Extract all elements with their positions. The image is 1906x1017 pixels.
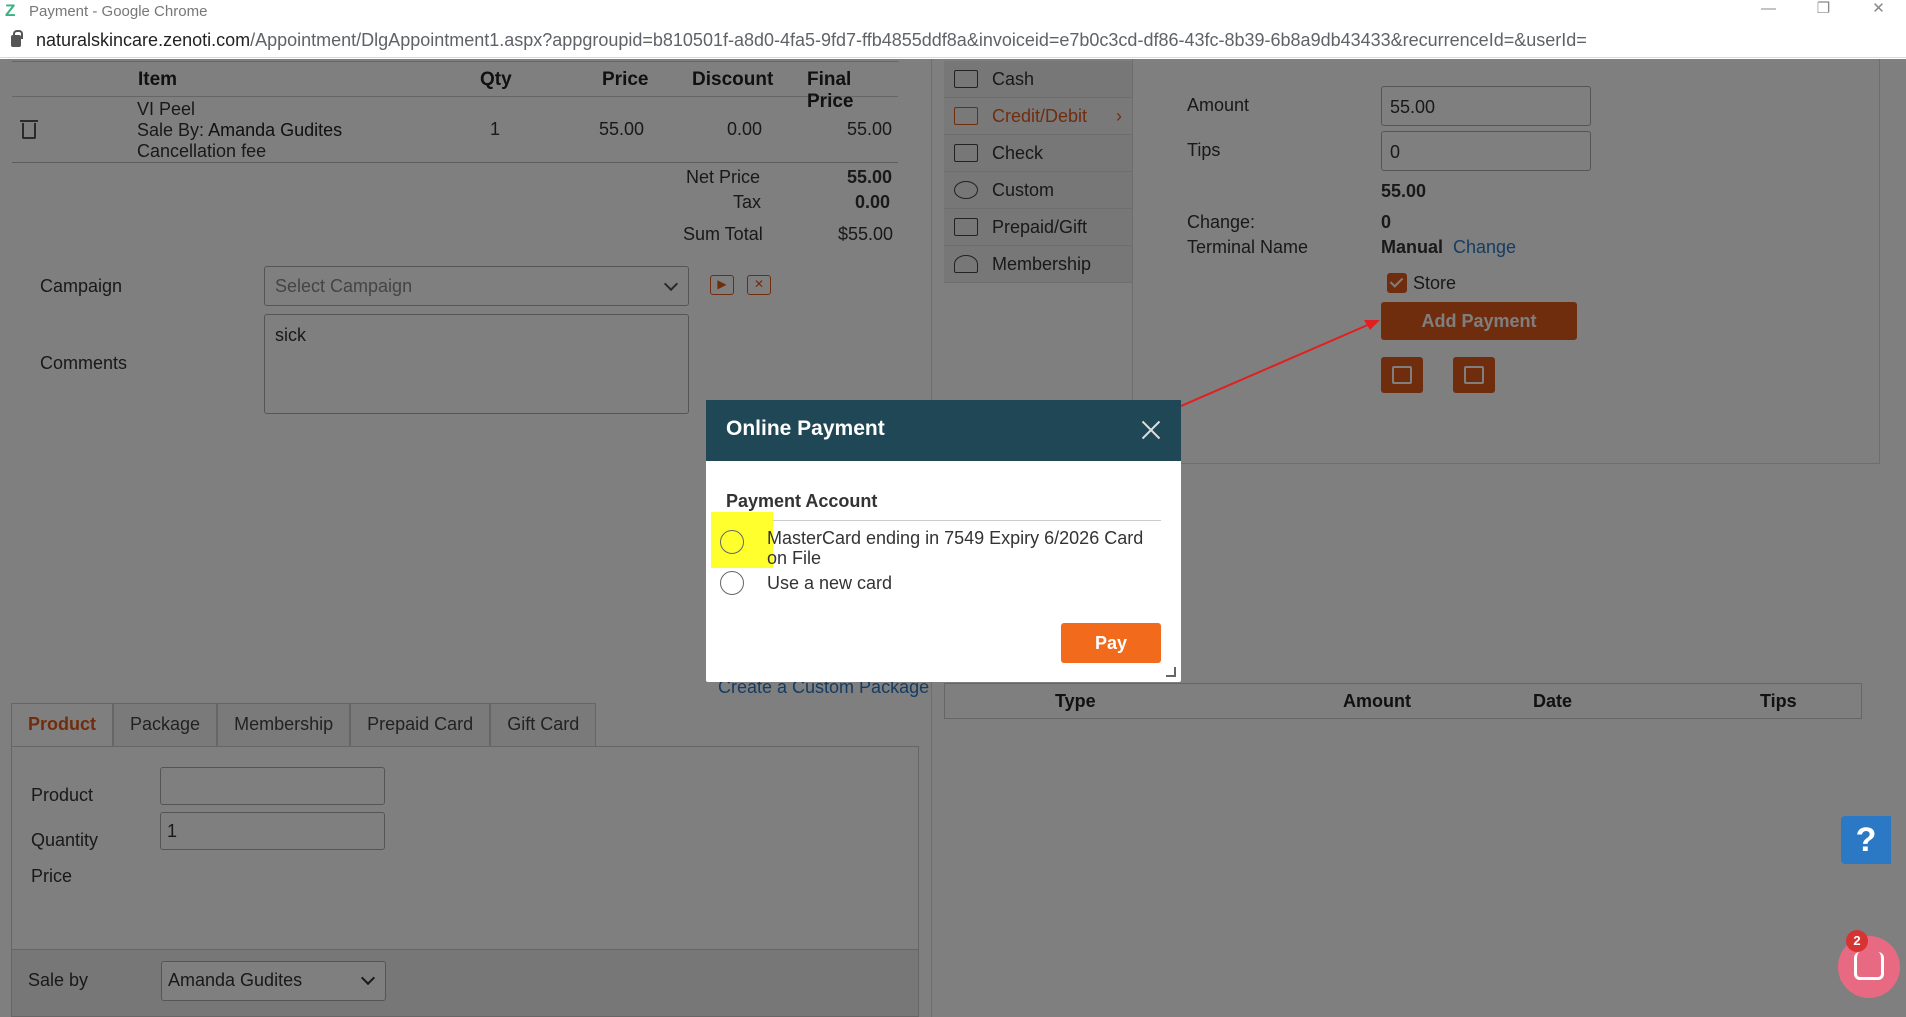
zenoti-logo-icon: Z xyxy=(5,1,16,20)
window-controls: — ❐ ✕ xyxy=(1741,0,1906,22)
url-host: naturalskincare.zenoti.com xyxy=(36,30,251,50)
address-bar[interactable]: naturalskincare.zenoti.com/Appointment/D… xyxy=(0,24,1906,58)
chat-icon xyxy=(1854,952,1884,980)
help-button[interactable]: ? xyxy=(1841,816,1891,864)
lock-icon xyxy=(11,29,23,47)
url-path: /Appointment/DlgAppointment1.aspx?appgro… xyxy=(250,30,1587,50)
payment-account-label: Payment Account xyxy=(726,491,878,511)
window-titlebar: Z Payment - Google Chrome — ❐ ✕ xyxy=(0,0,1906,22)
url-text[interactable]: naturalskincare.zenoti.com/Appointment/D… xyxy=(36,30,1587,51)
close-icon[interactable] xyxy=(1141,420,1161,440)
modal-title: Online Payment xyxy=(726,417,885,440)
close-window-icon[interactable]: ✕ xyxy=(1851,0,1906,22)
radio-new-card[interactable] xyxy=(720,571,744,595)
chat-badge: 2 xyxy=(1846,930,1868,952)
divider xyxy=(726,520,1161,521)
minimize-icon[interactable]: — xyxy=(1741,0,1796,22)
option-card-on-file[interactable]: MasterCard ending in 7549 Expiry 6/2026 … xyxy=(767,528,1167,568)
modal-header: Online Payment xyxy=(706,400,1181,461)
radio-card-on-file[interactable] xyxy=(720,530,744,554)
window-title: Payment - Google Chrome xyxy=(29,2,208,20)
restore-icon[interactable]: ❐ xyxy=(1796,0,1851,22)
option-new-card[interactable]: Use a new card xyxy=(767,573,892,593)
chat-button[interactable]: 2 xyxy=(1838,930,1900,998)
online-payment-modal: Online Payment Payment Account MasterCar… xyxy=(706,400,1181,682)
pay-button[interactable]: Pay xyxy=(1061,623,1161,663)
resize-handle-icon[interactable] xyxy=(1166,667,1176,677)
